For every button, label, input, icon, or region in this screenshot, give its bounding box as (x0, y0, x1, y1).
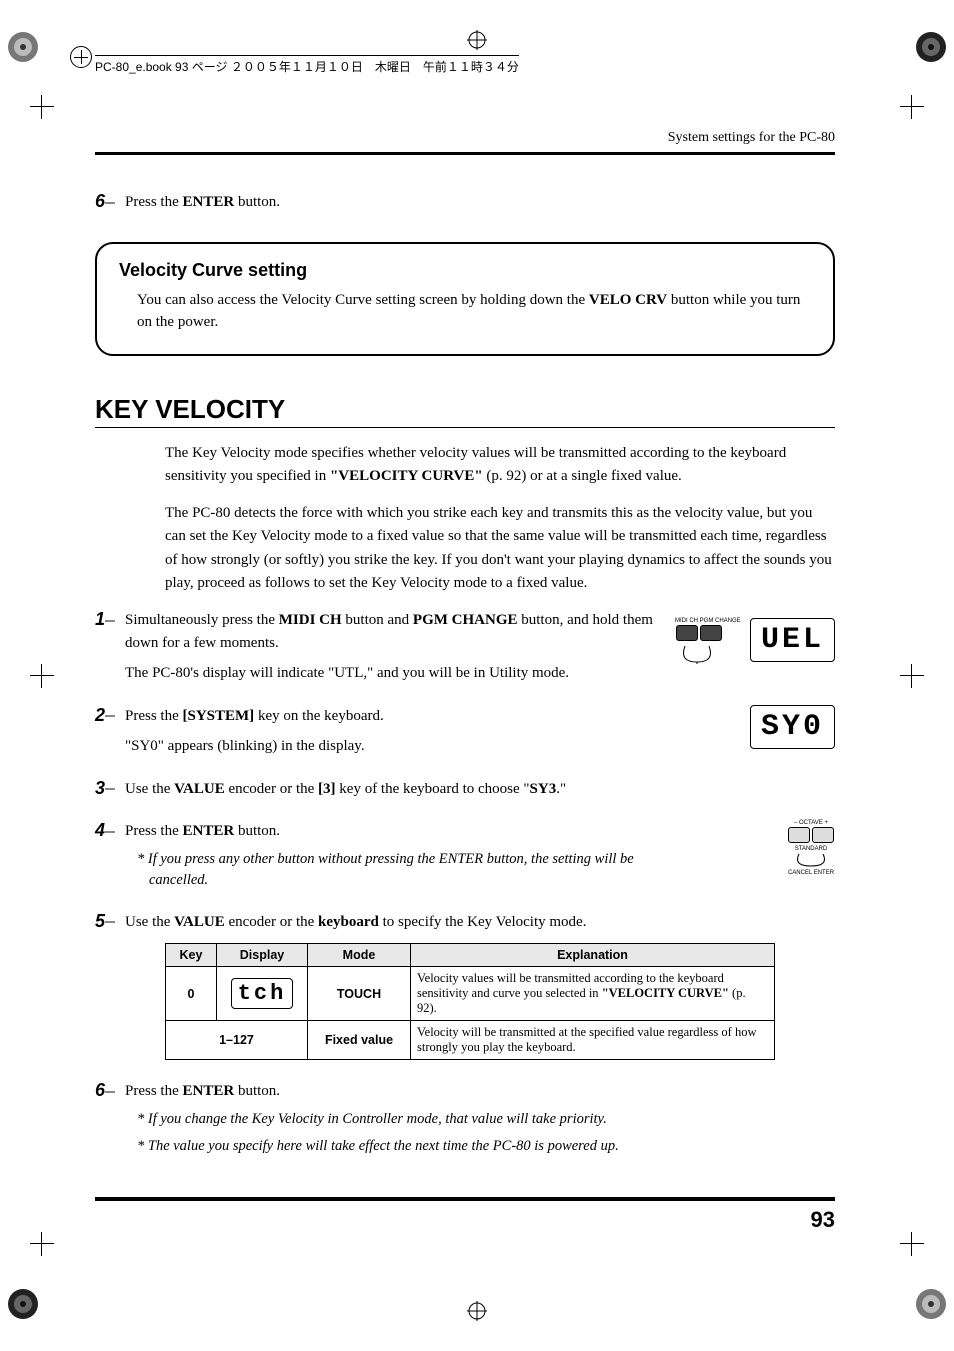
running-head: System settings for the PC-80 (95, 130, 835, 146)
step-num-icon: 4 (95, 820, 125, 891)
step-num-icon: 1 (95, 609, 125, 685)
cell-explanation: Velocity values will be transmitted acco… (411, 967, 775, 1021)
th-mode: Mode (308, 944, 411, 967)
step-6-note-2: * The value you specify here will take e… (137, 1136, 835, 1157)
step-2-figure: SY0 (675, 705, 835, 758)
center-reg-top (467, 30, 487, 50)
table-row: 1–127 Fixed value Velocity will be trans… (166, 1021, 775, 1060)
lcd-sy0-icon: SY0 (750, 705, 835, 749)
lcd-utl-icon: UEL (750, 618, 835, 662)
step-3: 3 Use the VALUE encoder or the [3] key o… (95, 778, 835, 801)
step-5: 5 Use the VALUE encoder or the keyboard … (95, 911, 835, 934)
cell-mode: TOUCH (308, 967, 411, 1021)
key-velocity-title: KEY VELOCITY (95, 394, 835, 425)
intro-para-2: The PC-80 detects the force with which y… (165, 502, 835, 595)
step-6-pre: 6 Press the ENTER button. (95, 191, 835, 214)
spine-icon (70, 46, 92, 68)
head-rule (95, 152, 835, 155)
octave-panel-icon: – OCTAVE + STANDARD CANCEL ENTER (787, 820, 835, 876)
step-6: 6 Press the ENTER button. * If you chang… (95, 1080, 835, 1157)
step-4: 4 Press the ENTER button. * If you press… (95, 820, 835, 891)
step-6-note-1: * If you change the Key Velocity in Cont… (137, 1109, 835, 1130)
th-explanation: Explanation (411, 944, 775, 967)
reg-ring-top-left (6, 30, 40, 64)
center-reg-bottom (467, 1301, 487, 1321)
cell-key: 0 (166, 967, 217, 1021)
step-1-figure: MIDI CH PGM CHANGE UEL (675, 609, 835, 685)
table-row: 0 tch TOUCH Velocity values will be tran… (166, 967, 775, 1021)
step-text: Press the (125, 194, 183, 210)
velocity-curve-callout: Velocity Curve setting You can also acce… (95, 242, 835, 356)
intro-para-1: The Key Velocity mode specifies whether … (165, 442, 835, 489)
step-num-icon: 2 (95, 705, 125, 758)
step-2: 2 Press the [SYSTEM] key on the keyboard… (95, 705, 835, 758)
cell-display: tch (217, 967, 308, 1021)
step-4-note: * If you press any other button without … (137, 849, 675, 891)
crop-mark-bl (30, 1232, 54, 1256)
step-num-icon: 6 (95, 1080, 125, 1157)
crop-mark-ml (30, 664, 54, 688)
step-num-icon: 5 (95, 911, 125, 934)
step-4-figure: – OCTAVE + STANDARD CANCEL ENTER (675, 820, 835, 891)
crop-mark-tr (900, 95, 924, 119)
page-content: System settings for the PC-80 6 Press th… (95, 130, 835, 1233)
callout-body: You can also access the Velocity Curve s… (137, 289, 811, 334)
foot-rule (95, 1197, 835, 1201)
key-velocity-table: Key Display Mode Explanation 0 tch TOUCH… (165, 943, 775, 1060)
step-text: button. (234, 194, 280, 210)
step-2-line2: "SY0" appears (blinking) in the display. (125, 735, 675, 758)
page-number: 93 (95, 1207, 835, 1233)
step-1-line2: The PC-80's display will indicate "UTL,"… (125, 662, 675, 685)
section-rule (95, 427, 835, 428)
crop-mark-br (900, 1232, 924, 1256)
th-key: Key (166, 944, 217, 967)
reg-ring-bottom-left (6, 1287, 40, 1321)
crop-mark-tl (30, 95, 54, 119)
cell-key-range: 1–127 (166, 1021, 308, 1060)
lcd-tch-icon: tch (231, 978, 294, 1009)
step-1: 1 Simultaneously press the MIDI CH butto… (95, 609, 835, 685)
midi-pgm-panel-icon: MIDI CH PGM CHANGE (675, 618, 744, 666)
table-header-row: Key Display Mode Explanation (166, 944, 775, 967)
enter-label: ENTER (183, 194, 235, 210)
cell-explanation: Velocity will be transmitted at the spec… (411, 1021, 775, 1060)
th-display: Display (217, 944, 308, 967)
spine-label: PC-80_e.book 93 ページ ２００５年１１月１０日 木曜日 午前１１… (95, 55, 519, 75)
crop-mark-mr (900, 664, 924, 688)
step-num-icon: 3 (95, 778, 125, 801)
reg-ring-top-right (914, 30, 948, 64)
step-num-icon: 6 (95, 191, 125, 214)
callout-title: Velocity Curve setting (119, 260, 811, 281)
reg-ring-bottom-right (914, 1287, 948, 1321)
cell-mode: Fixed value (308, 1021, 411, 1060)
